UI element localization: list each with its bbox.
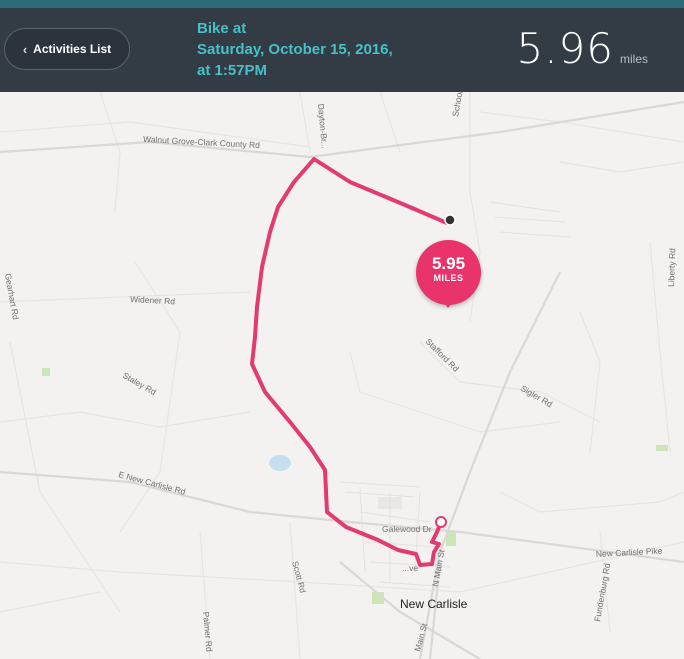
- activity-title: Bike at Saturday, October 15, 2016, at 1…: [197, 18, 427, 81]
- park-area: [42, 368, 50, 376]
- major-roads: [0, 100, 684, 659]
- road-label: School Rd: [450, 92, 467, 117]
- distance-badge: 5.95 MILES: [416, 240, 481, 308]
- badge-unit: MILES: [433, 273, 464, 283]
- distance-value: 5.96: [516, 24, 614, 73]
- road-label: Liberty Rd: [666, 248, 677, 287]
- road-label: Fundenburg Rd: [592, 562, 612, 622]
- road-label: Scott Rd: [290, 560, 308, 594]
- activities-list-button[interactable]: ‹ Activities List: [4, 28, 130, 70]
- road-label: Palmer Rd: [201, 611, 214, 652]
- activity-header: ‹ Activities List Bike at Saturday, Octo…: [0, 8, 684, 92]
- total-distance: 5.96 miles: [516, 24, 648, 73]
- road-label: Staley Rd: [121, 370, 158, 397]
- activity-title-line3: at 1:57PM: [197, 62, 268, 79]
- road-label: Gearhart Rd: [3, 273, 21, 321]
- chevron-left-icon: ‹: [22, 41, 28, 57]
- road-label: Main St: [412, 621, 429, 652]
- route-start-marker[interactable]: [435, 516, 447, 528]
- route-path: [250, 157, 449, 567]
- badge-value: 5.95: [431, 254, 466, 273]
- road-label: Galewood Dr: [382, 524, 432, 534]
- activities-list-label: Activities List: [33, 42, 112, 56]
- activity-title-line2: Saturday, October 15, 2016,: [197, 41, 393, 58]
- map-canvas: Walnut Grove-Clark County Rd Dayton-Br..…: [0, 92, 684, 659]
- route-end-marker[interactable]: [444, 214, 456, 226]
- road-label: Stafford Rd: [424, 336, 462, 374]
- road-label: Widener Rd: [130, 294, 176, 306]
- park-area: [656, 445, 668, 451]
- top-accent-strip: [0, 0, 684, 8]
- pond: [269, 455, 291, 471]
- town-label: New Carlisle: [400, 597, 468, 611]
- road-label: Dayton-Br...: [316, 103, 330, 149]
- road-label: E New Carlisle Rd: [117, 469, 186, 497]
- distance-unit: miles: [619, 52, 648, 66]
- badge-pointer: [442, 300, 454, 308]
- road-label: ...ve: [402, 563, 418, 573]
- activity-title-line1: Bike at: [197, 20, 247, 37]
- route-map[interactable]: Walnut Grove-Clark County Rd Dayton-Br..…: [0, 92, 684, 659]
